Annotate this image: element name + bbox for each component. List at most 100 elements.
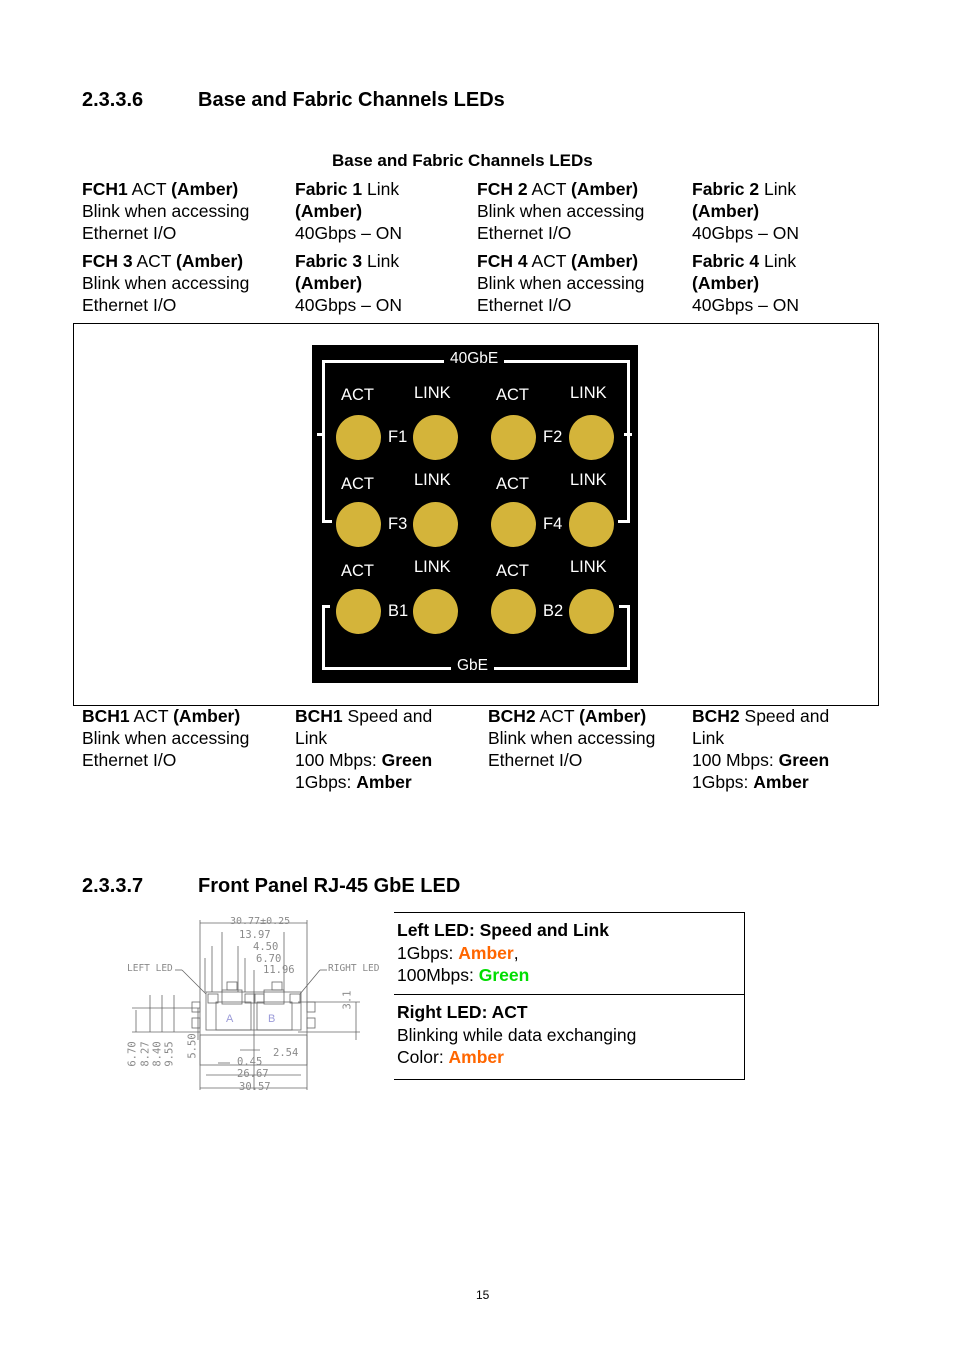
group-label-40gbe: 40GbE [444, 350, 505, 368]
act-label: ACT [341, 562, 374, 580]
left-led-label: LEFT LED [127, 963, 173, 974]
act-label: ACT [496, 562, 529, 580]
led-function: Link [362, 251, 400, 271]
led-color: (Amber) [692, 201, 760, 221]
led-function: Link [759, 251, 797, 271]
cell-text: 40Gbps – ON [295, 223, 402, 243]
channel-name: Fabric 4 [692, 251, 760, 271]
label-1gbps: 1Gbps: [397, 942, 459, 963]
led-color: Green [778, 750, 830, 770]
cell-line-1: Fabric 4 Link [692, 250, 799, 272]
port-a-label: A [226, 1013, 234, 1025]
led-function: ACT [527, 179, 572, 199]
cell-line-2: (Amber) [692, 272, 799, 294]
right-led-line1: Blinking while data exchanging [397, 1024, 637, 1045]
green-text: Green [478, 965, 530, 985]
led-function: ACT [132, 251, 177, 271]
dim-4-50: 4.50 [253, 941, 279, 953]
port-label: F2 [543, 428, 563, 446]
led-color: (Amber) [173, 706, 241, 726]
cell-line-3: 40Gbps – ON [295, 294, 402, 316]
cell-text: 1Gbps: [692, 772, 754, 792]
dim-5-50: 5.50 [186, 1033, 199, 1059]
led-act-f2 [491, 415, 536, 460]
channel-name: FCH1 [82, 179, 128, 199]
dim-overall-width: 30.77±0.25 [230, 916, 291, 927]
cell-line-3: 40Gbps – ON [692, 222, 799, 244]
cell-line-3: 40Gbps – ON [692, 294, 799, 316]
act-label: ACT [496, 386, 529, 404]
cell-line-1: BCH1 Speed and [295, 705, 432, 727]
led-description-cell: Fabric 1 Link (Amber) 40Gbps – ON [295, 178, 402, 244]
port-label: F3 [388, 515, 408, 533]
cell-line-2: Blink when accessing [82, 273, 250, 293]
link-label: LINK [570, 471, 607, 489]
led-color: Green [381, 750, 433, 770]
led-act-f4 [491, 502, 536, 547]
led-color: Amber [356, 772, 412, 792]
cell-text: 40Gbps – ON [295, 295, 402, 315]
channel-name: BCH2 [488, 706, 536, 726]
dim-26-67: 26.67 [237, 1068, 269, 1080]
table-caption: Base and Fabric Channels LEDs [332, 151, 593, 170]
act-label: ACT [341, 475, 374, 493]
page-number: 15 [476, 1288, 490, 1302]
cell-line-3: Ethernet I/O [477, 294, 644, 316]
led-link-f3 [413, 502, 458, 547]
led-description-cell: BCH2 Speed and Link 100 Mbps: Green 1Gbps: … [692, 705, 829, 793]
dim-0-45: 0.45 [237, 1056, 263, 1068]
cell-line-2: (Amber) [295, 272, 402, 294]
bracket-gbe-right-cap [619, 605, 627, 608]
act-label: ACT [341, 386, 374, 404]
dim-8-27: 8.27 [139, 1041, 152, 1067]
led-color: (Amber) [571, 179, 639, 199]
left-led-title: Left LED: Speed and Link [397, 920, 609, 940]
cell-line-2: Blink when accessing [82, 728, 250, 748]
link-label: LINK [570, 558, 607, 576]
cell-line-1: BCH1 ACT (Amber) [82, 705, 249, 727]
led-description-cell: BCH1 Speed and Link 100 Mbps: Green 1Gbps: … [295, 705, 432, 793]
led-description-cell: Fabric 2 Link (Amber) 40Gbps – ON [692, 178, 799, 244]
cell-line-4: 1Gbps: Amber [295, 771, 432, 793]
section-heading-2-3-3-6: 2.3.3.6 Base and Fabric Channels LEDs [82, 89, 682, 115]
cell-line-2: Blink when accessing [488, 728, 656, 748]
led-link-b2 [569, 589, 614, 634]
cell-text: 40Gbps – ON [692, 295, 799, 315]
led-link-f4 [569, 502, 614, 547]
cell-line-3: 40Gbps – ON [295, 222, 402, 244]
channel-name: FCH 4 [477, 251, 528, 271]
led-description-cell: Fabric 3 Link (Amber) 40Gbps – ON [295, 250, 402, 316]
led-link-b1 [413, 589, 458, 634]
cell-text: 100 Mbps: [692, 750, 779, 770]
dim-8-40: 8.40 [151, 1041, 164, 1067]
cell-line-1: FCH1 ACT (Amber) [82, 178, 249, 200]
right-led-title: Right LED: ACT [397, 1002, 528, 1022]
dim-30-57: 30.57 [239, 1081, 271, 1093]
channel-name: BCH1 [295, 706, 343, 726]
channel-name: FCH 2 [477, 179, 528, 199]
cell-line-3: Ethernet I/O [82, 749, 249, 771]
link-label: LINK [414, 558, 451, 576]
port-label: F4 [543, 515, 563, 533]
port-b-label: B [268, 1013, 275, 1025]
cell-line-1: FCH 2 ACT (Amber) [477, 178, 644, 200]
led-function: ACT [527, 251, 572, 271]
port-label: F1 [388, 428, 408, 446]
led-act-b1 [336, 589, 381, 634]
section-heading-2-3-3-7: 2.3.3.7 Front Panel RJ-45 GbE LED [82, 875, 682, 901]
channel-name: BCH1 [82, 706, 130, 726]
led-link-f2 [569, 415, 614, 460]
led-act-f1 [336, 415, 381, 460]
bracket-40gbe-right-foot [618, 520, 628, 526]
led-description-cell: FCH 2 ACT (Amber) Blink when accessing Eth… [477, 178, 644, 244]
bracket-40gbe-left-foot [322, 520, 332, 526]
cell-line-2: Blink when accessing [477, 201, 645, 221]
port-label: B2 [543, 602, 564, 620]
amber-text: Amber [458, 942, 514, 963]
channel-name: BCH2 [692, 706, 740, 726]
section-number: 2.3.3.6 [82, 89, 144, 111]
cell-text: 40Gbps – ON [692, 223, 799, 243]
cell-line-2: Link [692, 728, 725, 748]
cell-line-1: Fabric 2 Link [692, 178, 799, 200]
led-color: (Amber) [571, 251, 639, 271]
